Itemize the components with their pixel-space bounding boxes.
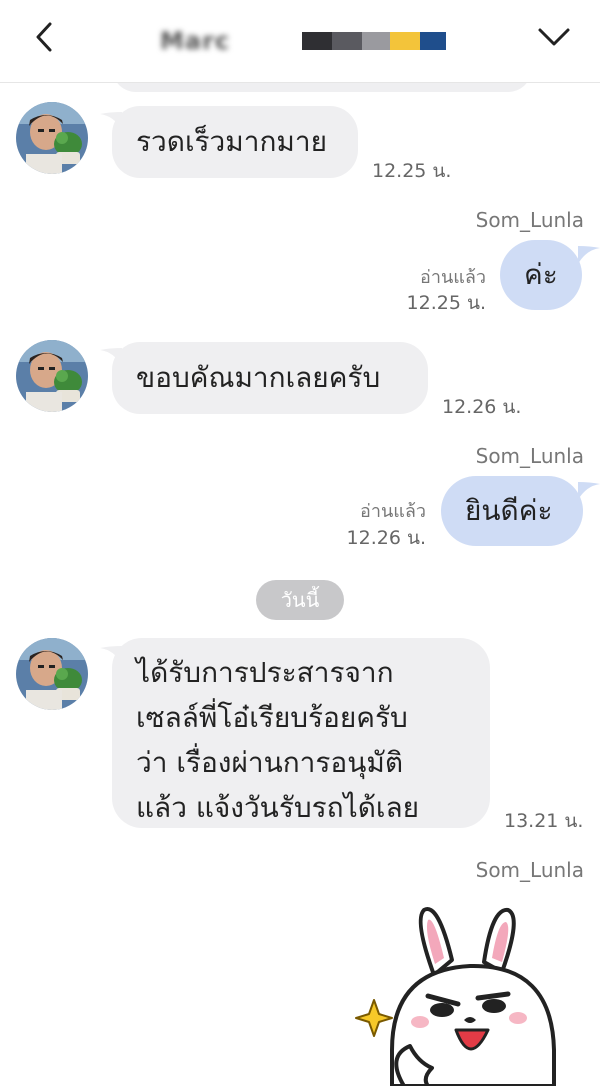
censor-block-2: [332, 32, 362, 50]
bunny-sticker[interactable]: [352, 900, 592, 1088]
censor-block-3: [362, 32, 390, 50]
message-text: ขอบคัณมากเลยครับ: [136, 361, 381, 394]
message-line: เซลล์พี่โอ๋เรียบร้อยครับ: [136, 701, 408, 734]
message-time: 12.25 น.: [372, 160, 452, 182]
menu-toggle-button[interactable]: [536, 22, 572, 52]
sender-name: Som_Lunla: [475, 858, 584, 882]
message-text: ยินดีค่ะ: [465, 494, 553, 527]
chevron-down-icon: [538, 28, 570, 46]
message-bubble-incoming[interactable]: รวดเร็วมากมาย: [112, 106, 358, 178]
contact-avatar[interactable]: [16, 102, 88, 174]
message-time: 12.26 น.: [442, 396, 522, 418]
bubble-tail: [100, 348, 122, 366]
bunny-sticker-icon: [355, 907, 556, 1088]
bubble-tail: [578, 482, 600, 500]
bubble-tail: [100, 646, 122, 664]
message-bubble-outgoing[interactable]: ค่ะ: [500, 240, 582, 310]
message-time: 13.21 น.: [504, 810, 584, 832]
person-avatar-icon: [16, 102, 88, 174]
read-receipt: อ่านแล้ว: [360, 501, 426, 522]
censor-block-1: [302, 32, 332, 50]
chat-title-text: Marc: [160, 28, 231, 54]
person-avatar-icon: [16, 340, 88, 412]
message-time: 12.25 น.: [406, 292, 486, 314]
sender-name: Som_Lunla: [475, 208, 584, 232]
message-bubble-outgoing[interactable]: ยินดีค่ะ: [441, 476, 583, 546]
message-text: ค่ะ: [524, 258, 558, 291]
contact-avatar[interactable]: [16, 638, 88, 710]
bubble-tail: [100, 112, 122, 130]
message-text: รวดเร็วมากมาย: [136, 125, 327, 158]
date-separator: วันนี้: [256, 580, 344, 620]
message-line: ว่า เรื่องผ่านการอนุมัติ: [136, 746, 404, 779]
message-line: ได้รับการประสารจาก: [136, 656, 394, 689]
chat-title: Marc: [160, 28, 450, 54]
chat-header: Marc: [0, 0, 600, 83]
message-bubble-incoming[interactable]: ขอบคัณมากเลยครับ: [112, 342, 428, 414]
message-bubble-incoming[interactable]: ได้รับการประสารจาก เซลล์พี่โอ๋เรียบร้อยค…: [112, 638, 490, 828]
censor-block-4: [390, 32, 420, 50]
read-receipt: อ่านแล้ว: [420, 267, 486, 288]
message-time: 12.26 น.: [346, 527, 426, 549]
message-line: แล้ว แจ้งวันรับรถได้เลย: [136, 791, 420, 824]
person-avatar-icon: [16, 638, 88, 710]
bubble-tail: [578, 246, 600, 264]
sender-name: Som_Lunla: [475, 444, 584, 468]
contact-avatar[interactable]: [16, 340, 88, 412]
censor-block-5: [420, 32, 446, 50]
chevron-left-icon: [36, 22, 52, 52]
back-button[interactable]: [28, 20, 62, 54]
